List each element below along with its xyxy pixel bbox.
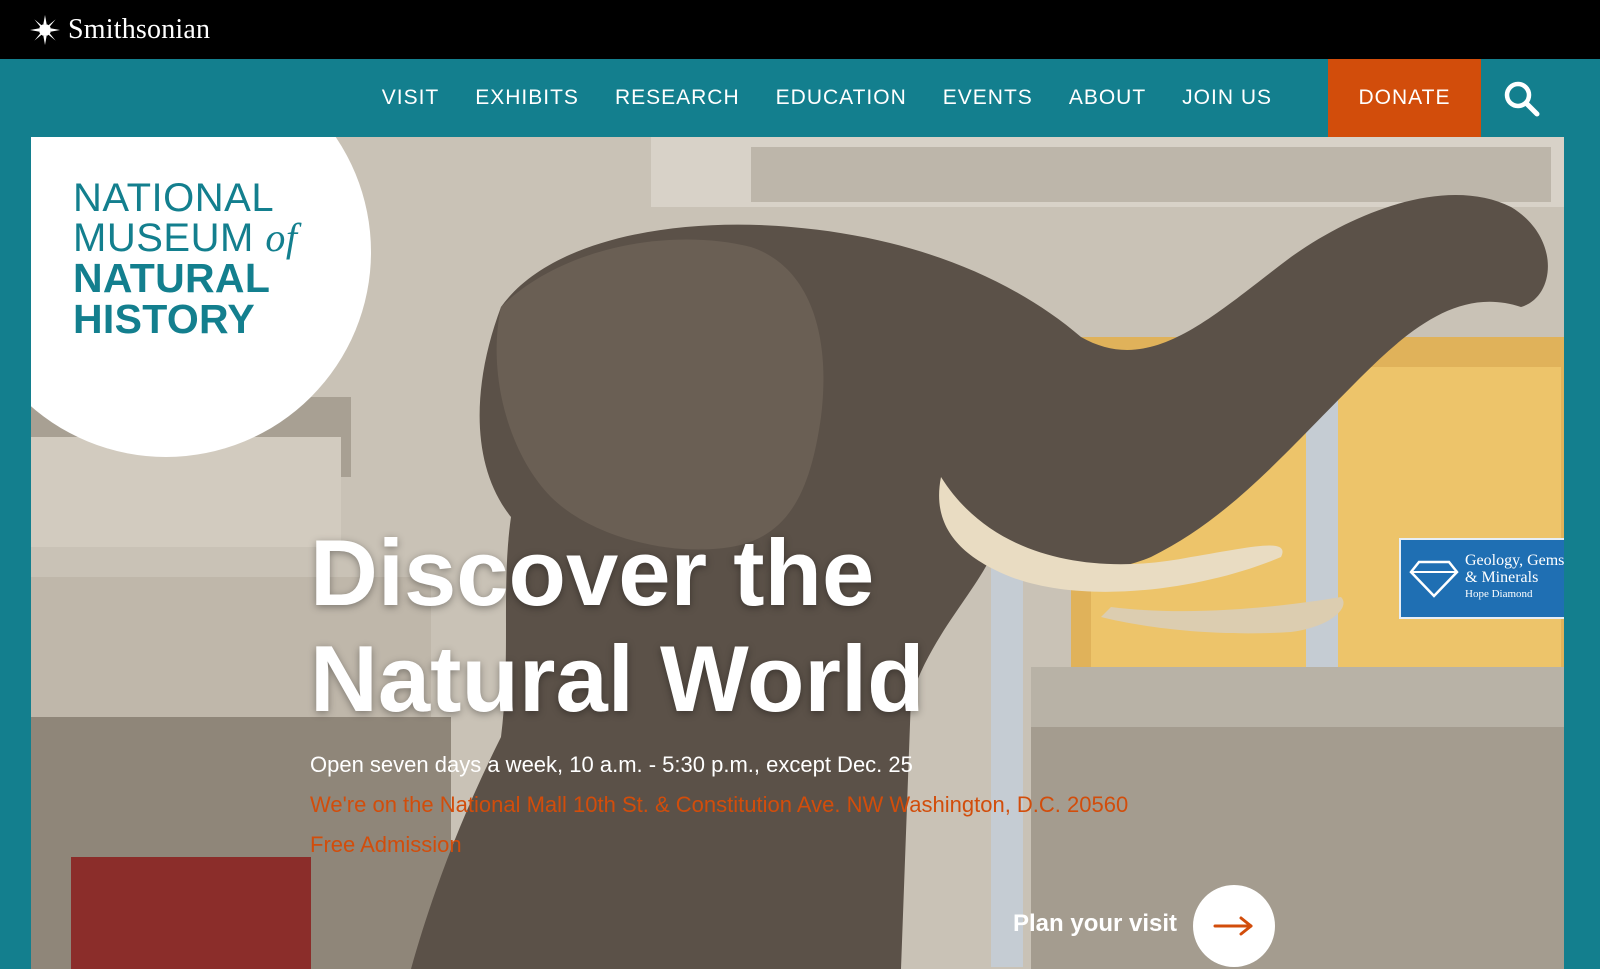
plan-your-visit-label[interactable]: Plan your visit: [1013, 910, 1177, 938]
top-bar: Smithsonian: [0, 0, 1600, 59]
sunburst-icon: [30, 15, 60, 45]
nav-education[interactable]: EDUCATION: [758, 86, 925, 110]
free-admission-link[interactable]: Free Admission: [310, 825, 1128, 865]
main-nav: VISIT EXHIBITS RESEARCH EDUCATION EVENTS…: [364, 59, 1290, 137]
smithsonian-wordmark: Smithsonian: [68, 14, 211, 45]
hero-title-line-1: Discover the: [310, 520, 875, 625]
hero-title: Discover the Natural World: [310, 520, 925, 732]
nav-events[interactable]: EVENTS: [925, 86, 1051, 110]
donate-button[interactable]: DONATE: [1328, 59, 1481, 137]
nav-visit[interactable]: VISIT: [364, 86, 458, 110]
nav-about[interactable]: ABOUT: [1051, 86, 1164, 110]
logo-line-of: of: [265, 215, 298, 260]
logo-line-natural: NATURAL: [73, 255, 271, 301]
plan-your-visit-button[interactable]: [1193, 885, 1275, 967]
smithsonian-logo[interactable]: Smithsonian: [30, 14, 210, 46]
nav-research[interactable]: RESEARCH: [597, 86, 758, 110]
sign-line-2: & Minerals: [1465, 569, 1539, 586]
geology-gems-minerals-sign: Geology, Gems & Minerals Hope Diamond: [1399, 538, 1564, 619]
nav-join-us[interactable]: JOIN US: [1164, 86, 1290, 110]
hero-info: Open seven days a week, 10 a.m. - 5:30 p…: [310, 745, 1128, 865]
nav-exhibits[interactable]: EXHIBITS: [457, 86, 597, 110]
nmnh-logo-text[interactable]: NATIONAL MUSEUM of NATURAL HISTORY: [73, 178, 298, 340]
logo-line-museum: MUSEUM: [73, 216, 254, 260]
hero-title-line-2: Natural World: [310, 626, 925, 731]
sign-line-3: Hope Diamond: [1465, 588, 1533, 600]
search-icon[interactable]: [1502, 79, 1542, 119]
logo-line-history: HISTORY: [73, 296, 256, 342]
logo-line-national: NATIONAL: [73, 176, 275, 220]
sign-line-1: Geology, Gems: [1465, 552, 1564, 569]
diamond-icon: [1409, 560, 1459, 598]
address-link[interactable]: We're on the National Mall 10th St. & Co…: [310, 785, 1128, 825]
arrow-right-icon: [1213, 916, 1253, 936]
hours-text: Open seven days a week, 10 a.m. - 5:30 p…: [310, 752, 913, 777]
